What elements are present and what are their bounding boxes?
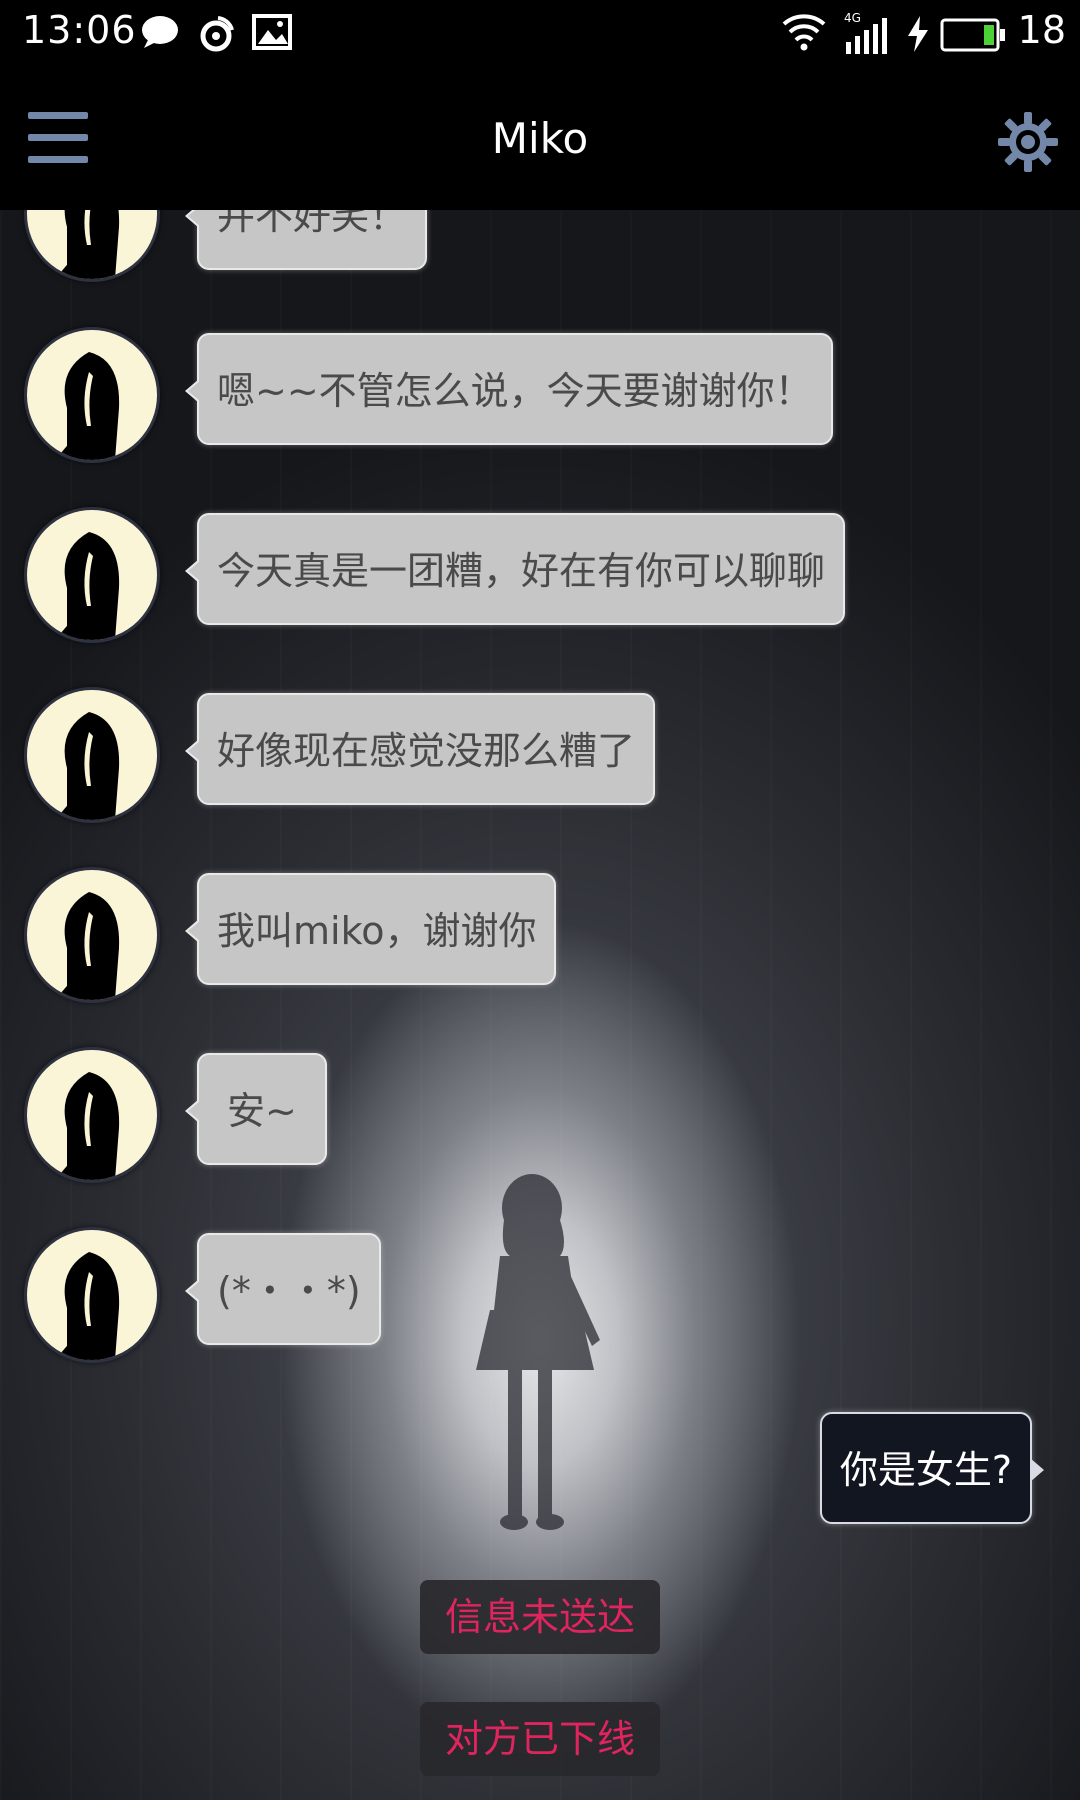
weibo-icon [196,14,236,58]
message-bubble: 并不好笑！ [184,210,428,270]
gear-icon [998,112,1058,172]
chat-title: Miko [491,114,589,163]
message-bubble: 今天真是一团糟，好在有你可以聊聊 [184,513,846,625]
miko-avatar[interactable] [24,1047,160,1183]
app-bar: Miko [0,72,1080,210]
battery-level: 18 [1017,8,1066,52]
miko-avatar[interactable] [24,1227,160,1363]
chat-area[interactable]: 并不好笑！ 嗯~~不管怎么说，今天要谢谢你！ 今天真是一团糟，好在有你可以聊聊 … [0,210,1080,1800]
miko-avatar[interactable] [24,687,160,823]
message-bubble: 我叫miko，谢谢你 [184,873,557,985]
status-bar: 13:06 4G 18 [0,0,1080,72]
chat-bubble-icon [140,14,180,54]
message-bubble: 安~ [185,1053,327,1165]
message-bubble: (*・・*) [185,1233,381,1345]
network-label: 4G [844,11,861,25]
message-bubble: 好像现在感觉没那么糟了 [184,693,656,805]
wifi-icon [780,12,828,56]
battery-icon [940,18,1006,56]
miko-avatar[interactable] [24,507,160,643]
offline-notice: 对方已下线 [420,1702,660,1776]
miko-avatar[interactable] [24,327,160,463]
miko-avatar[interactable] [24,210,160,282]
background-silhouette [476,1174,600,1530]
miko-avatar[interactable] [24,867,160,1003]
my-message-bubble: 你是女生? [819,1412,1045,1524]
charging-icon [906,16,930,56]
message-bubble: 嗯~~不管怎么说，今天要谢谢你！ [185,333,833,445]
signal-icon: 4G [842,10,892,60]
status-time: 13:06 [22,8,137,52]
image-icon [252,14,292,54]
not-delivered-notice: 信息未送达 [420,1580,660,1654]
settings-button[interactable] [996,110,1060,174]
